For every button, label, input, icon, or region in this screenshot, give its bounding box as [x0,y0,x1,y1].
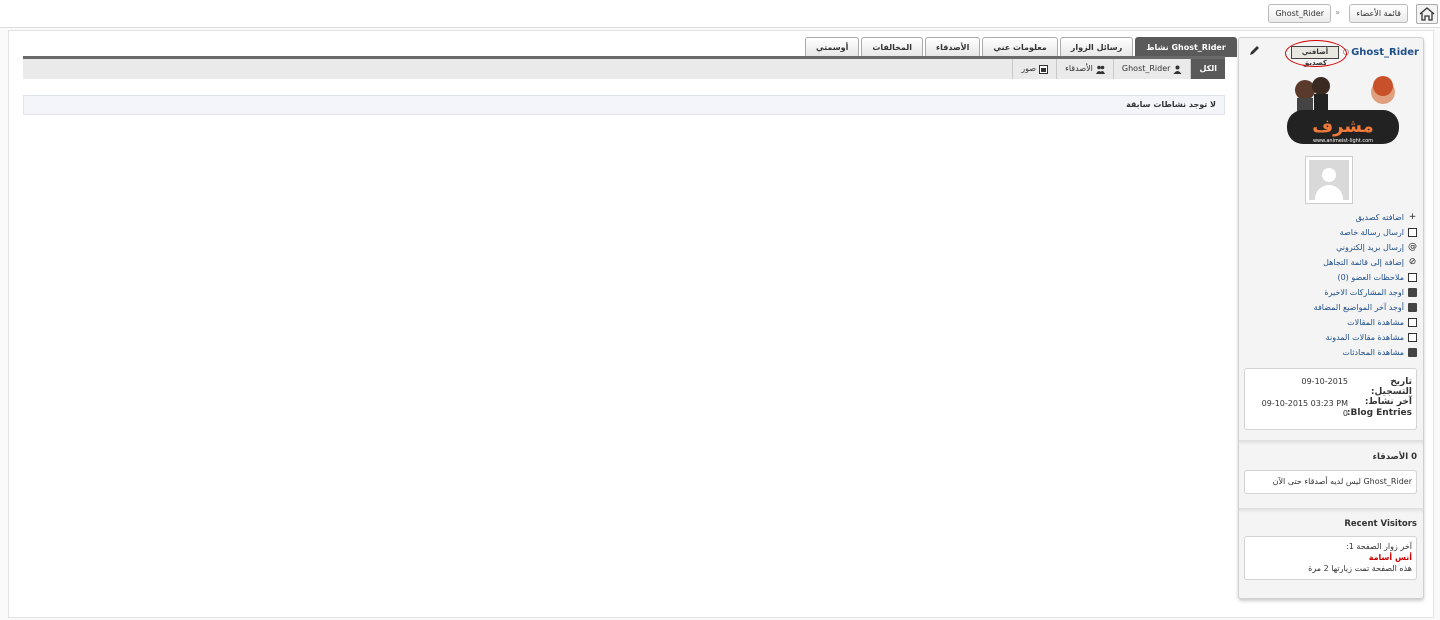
friends-empty-text: Ghost_Rider ليس لديه أصدقاء حتى الآن [1272,477,1412,486]
avatar [1305,156,1353,204]
action-add-ignore[interactable]: ⊘ إضافة إلى قائمة التجاهل [1247,255,1417,270]
divider [1239,508,1423,513]
recent-visitors-box: آخر زوار الصفحة 1: أنس أسامة هذه الصفحة … [1244,536,1417,580]
filter-photos[interactable]: صور [1012,59,1056,79]
blog-icon [1408,333,1417,342]
mail-icon [1408,228,1417,237]
action-find-threads[interactable]: أوجد آخر المواضيع المضافة [1247,300,1417,315]
filter-all[interactable]: الكل [1190,59,1225,79]
friends-title: 0 الأصدقاء [1372,452,1417,462]
action-private-message[interactable]: ارسال رسالة خاصة [1247,225,1417,240]
at-icon: @ [1408,242,1417,252]
divider [1239,440,1423,445]
join-date-label-1: تاريخ [1390,377,1412,387]
filter-user[interactable]: Ghost_Rider [1112,59,1191,79]
user-icon [1173,65,1182,74]
join-date-value: 09-10-2015 [1301,377,1349,386]
profile-tabs: أوسمتي المخالفات الأصدقاء معلومات عني رس… [803,37,1237,57]
tab-visitor-messages[interactable]: رسائل الزوار [1059,37,1134,57]
action-view-articles[interactable]: مشاهدة المقالات [1247,315,1417,330]
visitor-name[interactable]: أنس أسامة [1249,552,1412,563]
breadcrumb-current[interactable]: Ghost_Rider [1268,4,1331,23]
profile-sidebar: Ghost_Rider أضافني كصديق مشرف www.animei… [1238,37,1424,599]
blog-entries-label: Blog Entries: [1346,408,1412,418]
highlight-circle [1285,40,1347,67]
last-activity-label: آخر نشاط: [1364,397,1412,407]
conversations-icon [1408,348,1417,357]
blog-entries-value: 0 [1342,409,1348,418]
tab-activity[interactable]: Ghost_Rider نشاط [1135,37,1237,57]
action-view-blog[interactable]: مشاهدة مقالات المدونة [1247,330,1417,345]
top-navbar: قائمة الأعضاء » Ghost_Rider [0,0,1440,28]
action-find-posts[interactable]: اوجد المشاركات الاخيرة [1247,285,1417,300]
action-view-conversations[interactable]: مشاهدة المحادثات [1247,345,1417,360]
join-date-label-2: التسجيل: [1370,387,1412,397]
profile-username[interactable]: Ghost_Rider [1351,47,1419,58]
breadcrumb-separator: » [1335,8,1340,17]
action-send-email[interactable]: @ إرسال بريد إلكتروني [1247,240,1417,255]
no-activity-message: لا توجد نشاطات سابقة [23,95,1225,115]
block-icon: ⊘ [1408,257,1417,267]
tab-infractions[interactable]: المخالفات [861,37,923,57]
visits-count: هذه الصفحة تمت زيارتها 2 مرة [1308,564,1412,573]
activity-filter-bar: الكل Ghost_Rider الأصدقاء صور [23,59,1225,79]
home-icon[interactable] [1416,4,1438,24]
tab-awards[interactable]: أوسمتي [805,37,860,57]
rank-title: مشرف [1312,116,1374,137]
threads-icon [1408,303,1417,312]
last-activity-value: 09-10-2015 03:23 PM [1261,399,1348,408]
default-avatar-icon [1309,160,1349,200]
users-icon [1095,65,1105,74]
notes-icon [1408,273,1417,282]
photo-icon [1039,64,1049,74]
pencil-icon[interactable] [1249,44,1261,59]
rank-image: مشرف www.animeist-light.com [1283,70,1403,150]
plus-icon: + [1408,212,1417,222]
tab-about-me[interactable]: معلومات عني [982,37,1058,57]
action-add-friend[interactable]: + اضافته كصديق [1247,210,1417,225]
profile-info-box: تاريخ التسجيل: 09-10-2015 آخر نشاط: 09-1… [1244,368,1417,430]
filter-friends[interactable]: الأصدقاء [1056,59,1113,79]
action-user-notes[interactable]: ملاحظات العضو (0) [1247,270,1417,285]
tab-friends[interactable]: الأصدقاء [925,37,981,57]
friends-box: Ghost_Rider ليس لديه أصدقاء حتى الآن [1244,470,1417,494]
profile-page: Ghost_Rider أضافني كصديق مشرف www.animei… [8,30,1434,618]
visitors-count: آخر زوار الصفحة 1: [1346,542,1412,551]
recent-visitors-title: Recent Visitors [1344,519,1417,529]
posts-icon [1408,288,1417,297]
articles-icon [1408,318,1417,327]
breadcrumb-members-list[interactable]: قائمة الأعضاء [1349,4,1408,23]
profile-actions: + اضافته كصديق ارسال رسالة خاصة @ إرسال … [1247,210,1417,360]
rank-url: www.animeist-light.com [1313,138,1373,144]
